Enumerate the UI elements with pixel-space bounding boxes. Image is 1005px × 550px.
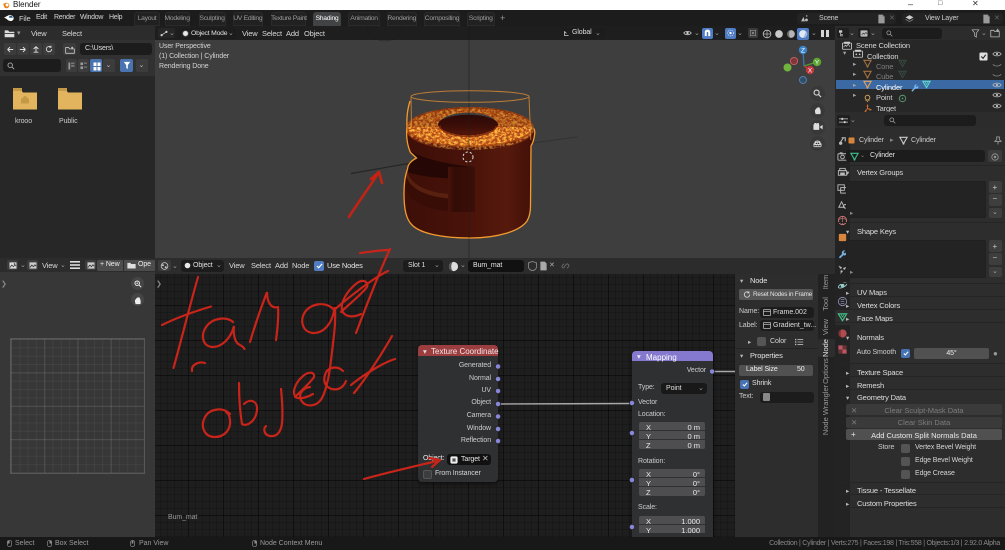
svg-text:Y: Y — [815, 60, 820, 67]
svg-text:View: View — [821, 318, 830, 335]
svg-text:X: X — [808, 68, 813, 75]
svg-text:Item: Item — [821, 275, 830, 290]
svg-text:Node: Node — [821, 339, 830, 357]
svg-text:Options: Options — [821, 358, 830, 384]
svg-text:Node Wrangler: Node Wrangler — [821, 384, 830, 435]
svg-text:Z: Z — [801, 48, 805, 55]
svg-text:Tool: Tool — [821, 297, 830, 311]
